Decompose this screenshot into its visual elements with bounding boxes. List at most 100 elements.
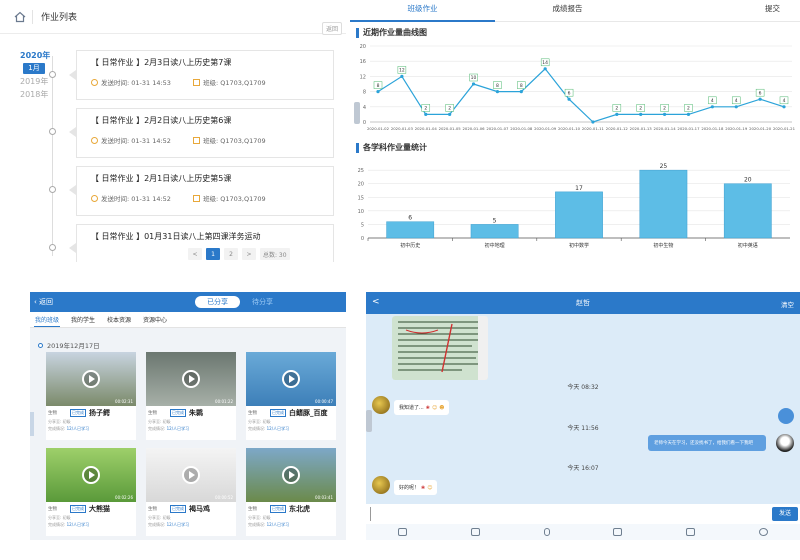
home-icon[interactable] <box>14 11 26 23</box>
video-thumbnail[interactable]: 00:03:41 <box>246 448 336 502</box>
video-card[interactable]: 00:00:52 生物 已完成 褐马鸡 分享至: 初级 完成情况: 12/人已学习 <box>146 448 236 536</box>
completion-label: 完成情况: <box>148 522 166 527</box>
play-icon[interactable] <box>182 466 200 484</box>
chart-scroll-handle[interactable] <box>354 102 360 124</box>
year-2020[interactable]: 2020年 <box>20 50 54 61</box>
video-duration: 00:02:31 <box>115 399 133 404</box>
data-label: 2 <box>663 106 666 112</box>
video-duration: 00:00:47 <box>315 399 333 404</box>
bar-value-label: 6 <box>408 215 412 222</box>
series-line <box>377 67 785 123</box>
nav-my-students[interactable]: 我的学生 <box>71 315 95 324</box>
play-icon[interactable] <box>182 370 200 388</box>
share-target: 分享至: 初级 <box>48 419 71 424</box>
nav-school-resources[interactable]: 校本资源 <box>107 315 131 324</box>
video-thumbnail[interactable]: 00:01:22 <box>146 352 236 406</box>
video-camera-icon[interactable] <box>686 528 696 536</box>
page-1-button[interactable]: 1 <box>206 248 220 260</box>
emoji-icon[interactable] <box>759 528 769 536</box>
pagination: < 1 2 > 总数: 30 <box>188 248 290 260</box>
completion-label: 完成情况: <box>248 522 266 527</box>
video-thumbnail[interactable]: 00:02:26 <box>46 448 136 502</box>
video-card[interactable]: 00:03:41 生物 已完成 东北虎 分享至: 初级 完成情况: 12/人已学习 <box>246 448 336 536</box>
class-icon <box>193 194 200 202</box>
x-tick-label: 2020-01-18 <box>701 126 724 131</box>
video-subject: 生物 <box>148 411 157 416</box>
video-title: 扬子鳄 <box>89 409 110 417</box>
video-card[interactable]: 00:01:22 生物 已完成 朱鹮 分享至: 初级 完成情况: 12/人已学习 <box>146 352 236 440</box>
image-message[interactable] <box>392 316 488 380</box>
play-icon[interactable] <box>282 370 300 388</box>
share-toggle: 已分享 待分享 <box>195 296 285 308</box>
smile-emoji-icon: ☺ <box>431 404 438 411</box>
video-share-topbar: ‹ 返回 已分享 待分享 <box>30 292 346 312</box>
tab-class-homework[interactable]: 班级作业 <box>350 0 495 21</box>
bar-value-label: 20 <box>744 177 752 184</box>
year-2018[interactable]: 2018年 <box>20 89 54 100</box>
play-icon[interactable] <box>282 466 300 484</box>
nav-my-class[interactable]: 我的班级 <box>35 315 59 324</box>
completion-count: 12/人已学习 <box>266 426 290 431</box>
data-label: 12 <box>399 68 405 74</box>
page-2-button[interactable]: 2 <box>224 248 238 260</box>
share-date-text: 2019年12月17日 <box>47 342 100 350</box>
y-tick-label: 20 <box>360 44 366 50</box>
message-time: 今天 08:32 <box>567 384 599 391</box>
side-handle[interactable] <box>30 412 34 436</box>
return-button[interactable]: 返回 <box>321 22 342 35</box>
month-january[interactable]: 1月 <box>23 63 45 74</box>
homework-card-3[interactable]: 【 日常作业 】2月1日读八上历史第5课 发送时间: 01-31 14:52 班级… <box>76 166 334 216</box>
shared-tab[interactable]: 已分享 <box>195 296 240 308</box>
y-tick-label: 0 <box>361 236 364 242</box>
y-tick-label: 10 <box>358 209 364 215</box>
y-tick-label: 20 <box>358 182 364 188</box>
share-target: 分享至: 初级 <box>248 515 271 520</box>
video-title: 褐马鸡 <box>189 505 210 513</box>
message-input[interactable] <box>370 507 800 521</box>
y-tick-label: 25 <box>358 168 364 174</box>
message-time: 今天 16:07 <box>567 465 599 472</box>
video-thumbnail[interactable]: 00:02:31 <box>46 352 136 406</box>
total-count: 总数: 30 <box>260 248 290 260</box>
statistics-panel: 班级作业 成绩报告 提交 近期作业量曲线图 0 4 8 12 16 20 8 2020-01-… <box>350 0 800 262</box>
play-icon[interactable] <box>82 370 100 388</box>
pending-share-tab[interactable]: 待分享 <box>240 296 285 308</box>
data-label: 14 <box>542 60 548 66</box>
homework-card-1[interactable]: 【 日常作业 】2月3日读八上历史第7课 发送时间: 01-31 14:53 班级… <box>76 50 334 100</box>
x-tick-label: 2020-01-03 <box>391 126 414 131</box>
video-thumbnail[interactable]: 00:00:52 <box>146 448 236 502</box>
data-label: 2 <box>448 106 451 112</box>
back-button[interactable]: ‹ 返回 <box>34 297 53 307</box>
category-label: 初中地理 <box>485 242 505 249</box>
status-badge: 已完成 <box>170 505 186 513</box>
send-button[interactable]: 发送 <box>772 507 798 521</box>
image-icon[interactable] <box>470 528 480 536</box>
clear-button[interactable]: 清空 <box>781 299 794 309</box>
resource-nav: 我的班级 我的学生 校本资源 资源中心 <box>30 312 346 328</box>
microphone-icon[interactable] <box>543 528 550 536</box>
video-title: 白鳍豚_百度 <box>289 409 328 417</box>
y-tick-label: 5 <box>361 222 364 228</box>
tab-submit[interactable]: 提交 <box>640 0 780 21</box>
video-duration: 00:03:41 <box>315 495 333 500</box>
class-list: 班级: Q1703,Q1709 <box>203 137 266 145</box>
video-card[interactable]: 00:02:26 生物 已完成 大熊猫 分享至: 初级 完成情况: 12/人已学习 <box>46 448 136 536</box>
data-label: 4 <box>735 98 738 104</box>
nav-resource-center[interactable]: 资源中心 <box>143 315 167 324</box>
data-point <box>662 112 667 116</box>
video-card[interactable]: 00:02:31 生物 已完成 扬子鳄 分享至: 初级 完成情况: 12/人已学习 <box>46 352 136 440</box>
x-tick-label: 2020-01-17 <box>677 126 700 131</box>
data-label: 4 <box>783 98 786 104</box>
next-page-button[interactable]: > <box>242 248 256 260</box>
camera-icon[interactable] <box>397 528 407 536</box>
prev-page-button[interactable]: < <box>188 248 202 260</box>
back-button[interactable]: < <box>372 297 380 307</box>
tab-score-report[interactable]: 成绩报告 <box>495 0 640 21</box>
video-file-icon[interactable] <box>613 528 623 536</box>
year-2019[interactable]: 2019年 <box>20 76 54 87</box>
homework-card-2[interactable]: 【 日常作业 】2月2日读八上历史第6课 发送时间: 01-31 14:52 班级… <box>76 108 334 158</box>
video-card[interactable]: 00:00:47 生物 已完成 白鳍豚_百度 分享至: 初级 完成情况: 12/人已学习 <box>246 352 336 440</box>
back-label: 返回 <box>39 298 54 306</box>
play-icon[interactable] <box>82 466 100 484</box>
video-thumbnail[interactable]: 00:00:47 <box>246 352 336 406</box>
